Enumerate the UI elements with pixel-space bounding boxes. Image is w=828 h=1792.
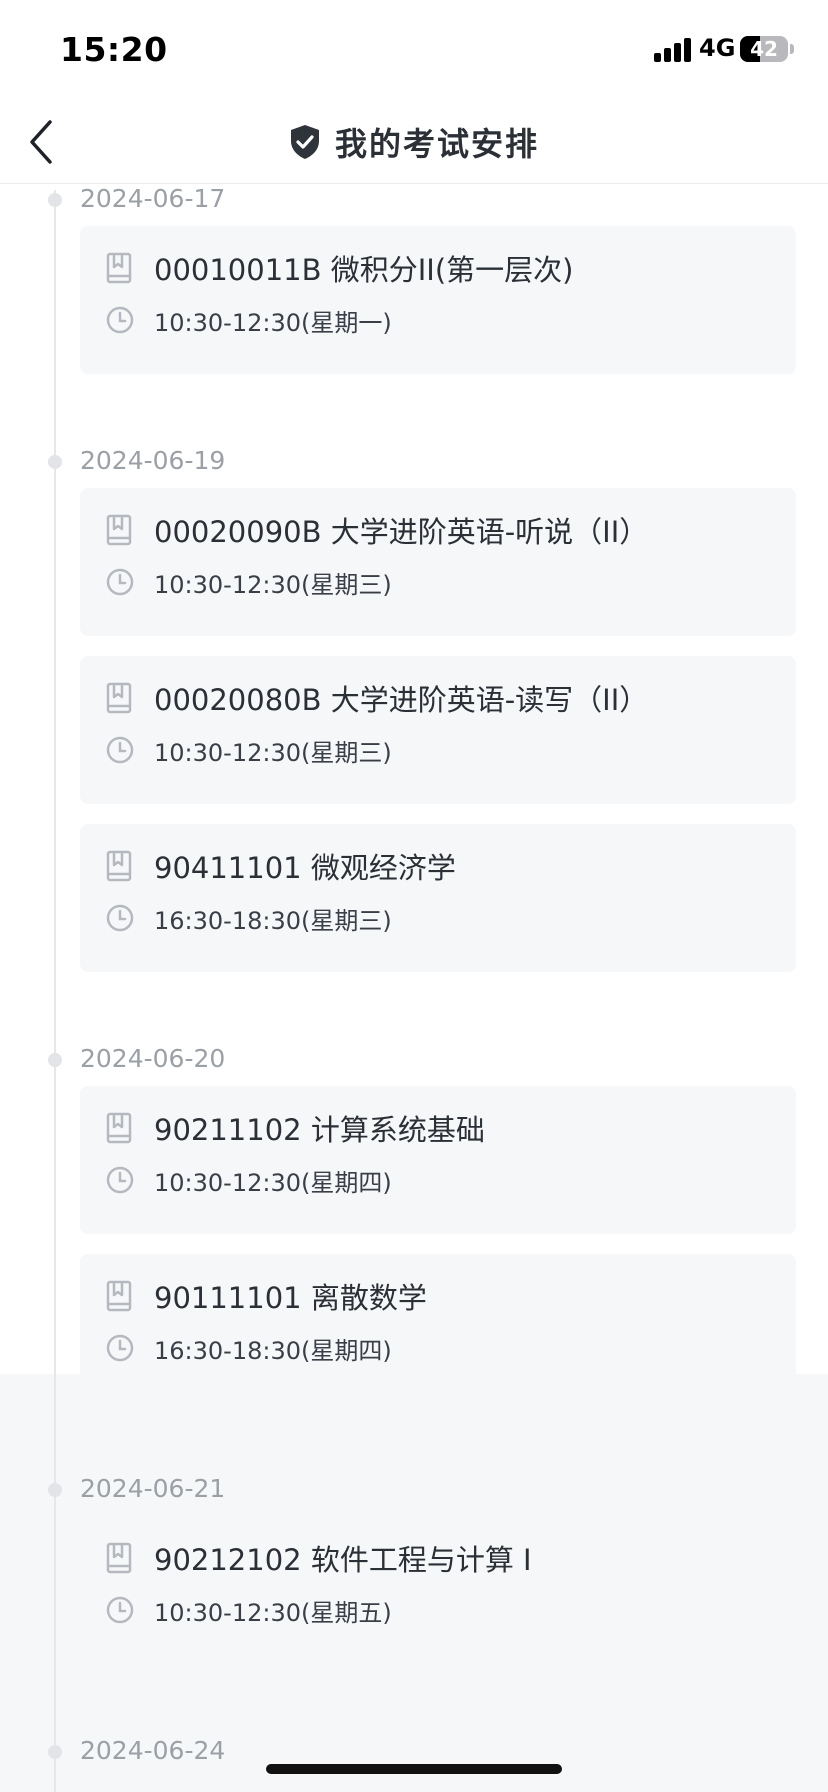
exam-time: 10:30-12:30(星期三): [154, 570, 392, 599]
exam-time: 16:30-18:30(星期四): [154, 1336, 392, 1365]
nav-bar: 我的考试安排: [0, 100, 828, 184]
course-title: 90411101 微观经济学: [154, 851, 456, 885]
exam-time: 16:30-18:30(星期三): [154, 906, 392, 935]
exam-time: 10:30-12:30(星期三): [154, 738, 392, 767]
clock-icon: [106, 1166, 134, 1194]
book-icon: [106, 252, 132, 284]
nav-title-wrap: 我的考试安排: [0, 100, 828, 183]
timeline-dot: [48, 1053, 62, 1067]
exam-time: 10:30-12:30(星期四): [154, 1168, 392, 1197]
book-icon: [106, 514, 132, 546]
clock-icon: [106, 1596, 134, 1624]
page-title: 我的考试安排: [334, 124, 539, 163]
shield-check-icon: [290, 124, 319, 159]
exam-card[interactable]: 90111101 离散数学 16:30-18:30(星期四): [80, 1254, 796, 1402]
clock-icon: [106, 1334, 134, 1362]
book-icon: [106, 682, 132, 714]
exam-card[interactable]: 90411101 微观经济学 16:30-18:30(星期三): [80, 824, 796, 972]
timeline-dot: [48, 193, 62, 207]
cellular-signal-icon: [654, 38, 692, 62]
date-label: 2024-06-20: [80, 1044, 226, 1073]
date-label: 2024-06-21: [80, 1474, 226, 1503]
exam-card[interactable]: 00020090B 大学进阶英语-听说（II） 10:30-12:30(星期三): [80, 488, 796, 636]
course-title: 90211102 计算系统基础: [154, 1113, 485, 1147]
timeline-dot: [48, 1483, 62, 1497]
clock-icon: [106, 904, 134, 932]
timeline-dot: [48, 1745, 62, 1759]
battery-icon: 42: [740, 36, 788, 62]
status-bar: 15:20 4G 42: [0, 0, 828, 100]
battery-tip: [790, 44, 794, 54]
timeline-dot: [48, 455, 62, 469]
exam-card[interactable]: 90212102 软件工程与计算 I 10:30-12:30(星期五): [80, 1516, 796, 1664]
exam-time: 10:30-12:30(星期一): [154, 308, 392, 337]
exam-time: 10:30-12:30(星期五): [154, 1598, 392, 1627]
course-title: 00020080B 大学进阶英语-读写（II）: [154, 683, 649, 717]
clock-icon: [106, 306, 134, 334]
home-indicator: [266, 1764, 562, 1774]
exam-card[interactable]: 00020080B 大学进阶英语-读写（II） 10:30-12:30(星期三): [80, 656, 796, 804]
course-title: 90212102 软件工程与计算 I: [154, 1543, 532, 1577]
network-type: 4G: [699, 34, 736, 62]
date-label: 2024-06-19: [80, 446, 226, 475]
clock-icon: [106, 568, 134, 596]
clock-icon: [106, 736, 134, 764]
battery-level: 42: [750, 37, 778, 61]
course-title: 00020090B 大学进阶英语-听说（II）: [154, 515, 649, 549]
course-title: 00010011B 微积分II(第一层次): [154, 253, 574, 287]
book-icon: [106, 850, 132, 882]
exam-card[interactable]: 90211102 计算系统基础 10:30-12:30(星期四): [80, 1086, 796, 1234]
book-icon: [106, 1542, 132, 1574]
date-label: 2024-06-17: [80, 184, 226, 213]
book-icon: [106, 1280, 132, 1312]
date-label: 2024-06-24: [80, 1736, 226, 1765]
timeline-line: [54, 190, 56, 1792]
book-icon: [106, 1112, 132, 1144]
course-title: 90111101 离散数学: [154, 1281, 427, 1315]
status-time: 15:20: [60, 30, 168, 69]
exam-card[interactable]: 00010011B 微积分II(第一层次) 10:30-12:30(星期一): [80, 226, 796, 374]
